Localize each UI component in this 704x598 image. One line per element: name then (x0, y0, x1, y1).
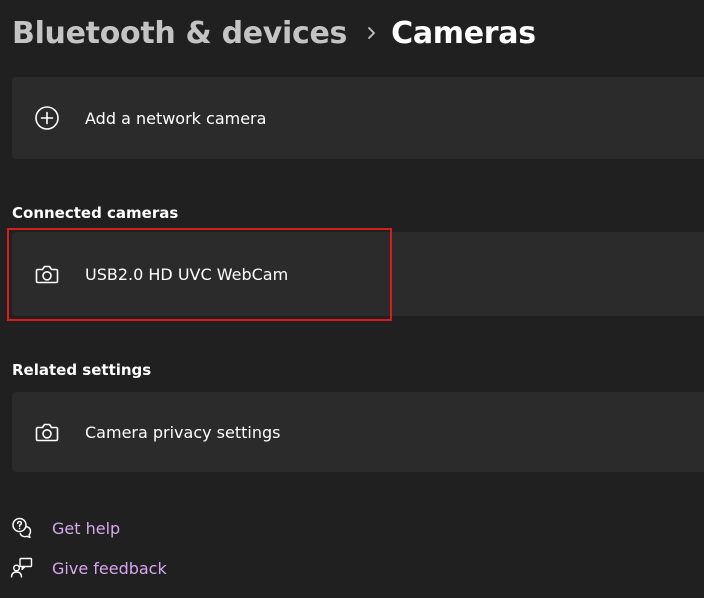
give-feedback-label: Give feedback (52, 558, 167, 578)
camera-icon (34, 261, 60, 287)
get-help-link[interactable]: Get help (10, 516, 120, 540)
connected-camera-item[interactable]: USB2.0 HD UVC WebCam (12, 232, 704, 316)
page-title: Cameras (391, 15, 536, 51)
breadcrumb: Bluetooth & devices Cameras (12, 10, 536, 56)
add-network-camera-label: Add a network camera (85, 108, 267, 128)
add-circle-icon (34, 105, 60, 131)
feedback-person-icon (10, 556, 34, 580)
connected-camera-label: USB2.0 HD UVC WebCam (85, 264, 289, 284)
help-chat-icon (10, 516, 34, 540)
get-help-label: Get help (52, 518, 121, 538)
give-feedback-link[interactable]: Give feedback (10, 556, 167, 580)
breadcrumb-parent-link[interactable]: Bluetooth & devices (12, 16, 347, 51)
chevron-right-icon (367, 26, 377, 40)
camera-privacy-settings-label: Camera privacy settings (85, 422, 281, 442)
camera-icon (34, 419, 60, 445)
add-network-camera-button[interactable]: Add a network camera (12, 77, 704, 159)
camera-privacy-settings-item[interactable]: Camera privacy settings (12, 392, 704, 472)
connected-cameras-heading: Connected cameras (12, 204, 179, 222)
related-settings-heading: Related settings (12, 361, 152, 379)
